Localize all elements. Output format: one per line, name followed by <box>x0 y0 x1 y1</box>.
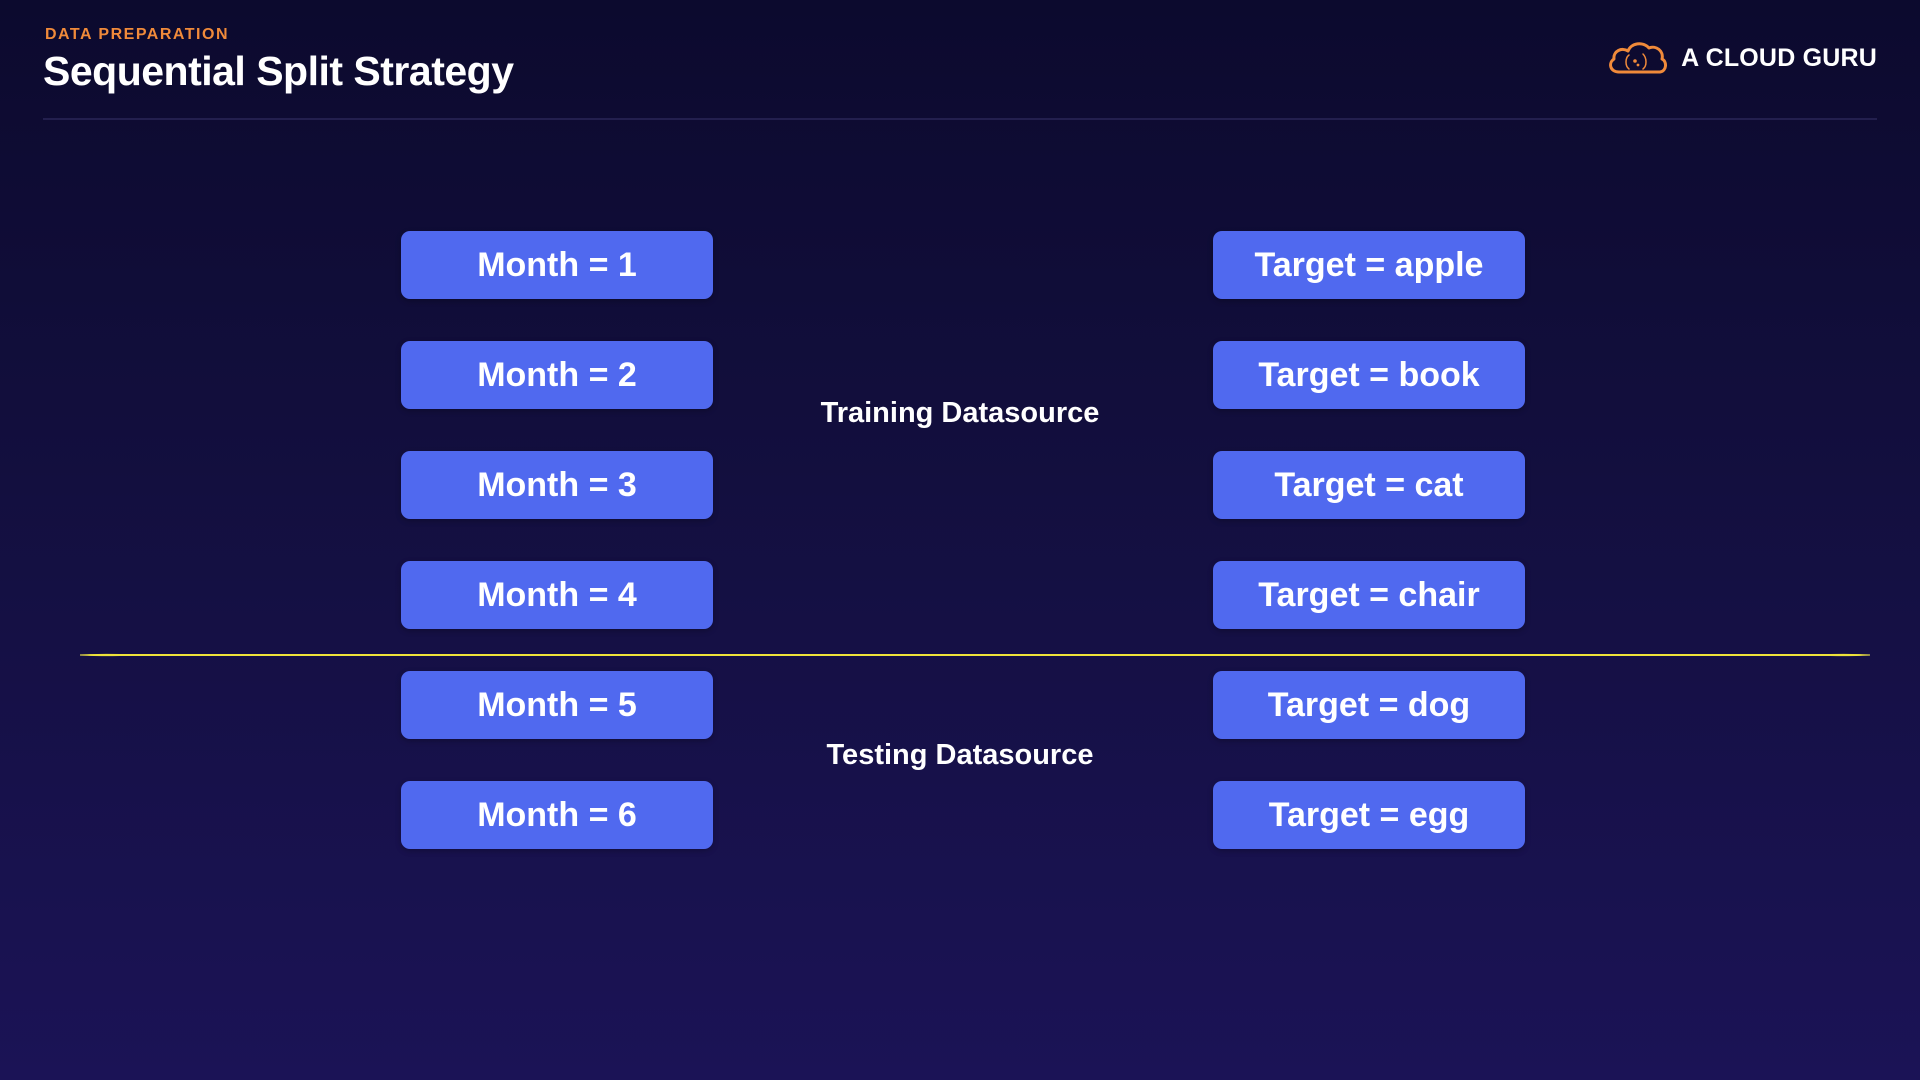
split-line <box>80 653 1870 657</box>
eyebrow-label: DATA PREPARATION <box>45 26 229 43</box>
testing-datasource-label: Testing Datasource <box>826 739 1094 771</box>
target-box-5: Target = dog <box>1213 671 1525 739</box>
month-box-3: Month = 3 <box>401 451 713 519</box>
target-box-2: Target = book <box>1213 341 1525 409</box>
month-box-2: Month = 2 <box>401 341 713 409</box>
target-box-6: Target = egg <box>1213 781 1525 849</box>
month-box-6: Month = 6 <box>401 781 713 849</box>
cloud-logo-icon <box>1605 38 1669 78</box>
brand-logo: A CLOUD GURU <box>1605 38 1877 78</box>
brand-name: A CLOUD GURU <box>1681 43 1877 72</box>
header-divider <box>43 118 1877 120</box>
target-box-1: Target = apple <box>1213 231 1525 299</box>
month-box-5: Month = 5 <box>401 671 713 739</box>
target-box-4: Target = chair <box>1213 561 1525 629</box>
target-box-3: Target = cat <box>1213 451 1525 519</box>
month-box-1: Month = 1 <box>401 231 713 299</box>
training-datasource-label: Training Datasource <box>820 397 1100 429</box>
month-box-4: Month = 4 <box>401 561 713 629</box>
page-title: Sequential Split Strategy <box>43 48 514 94</box>
